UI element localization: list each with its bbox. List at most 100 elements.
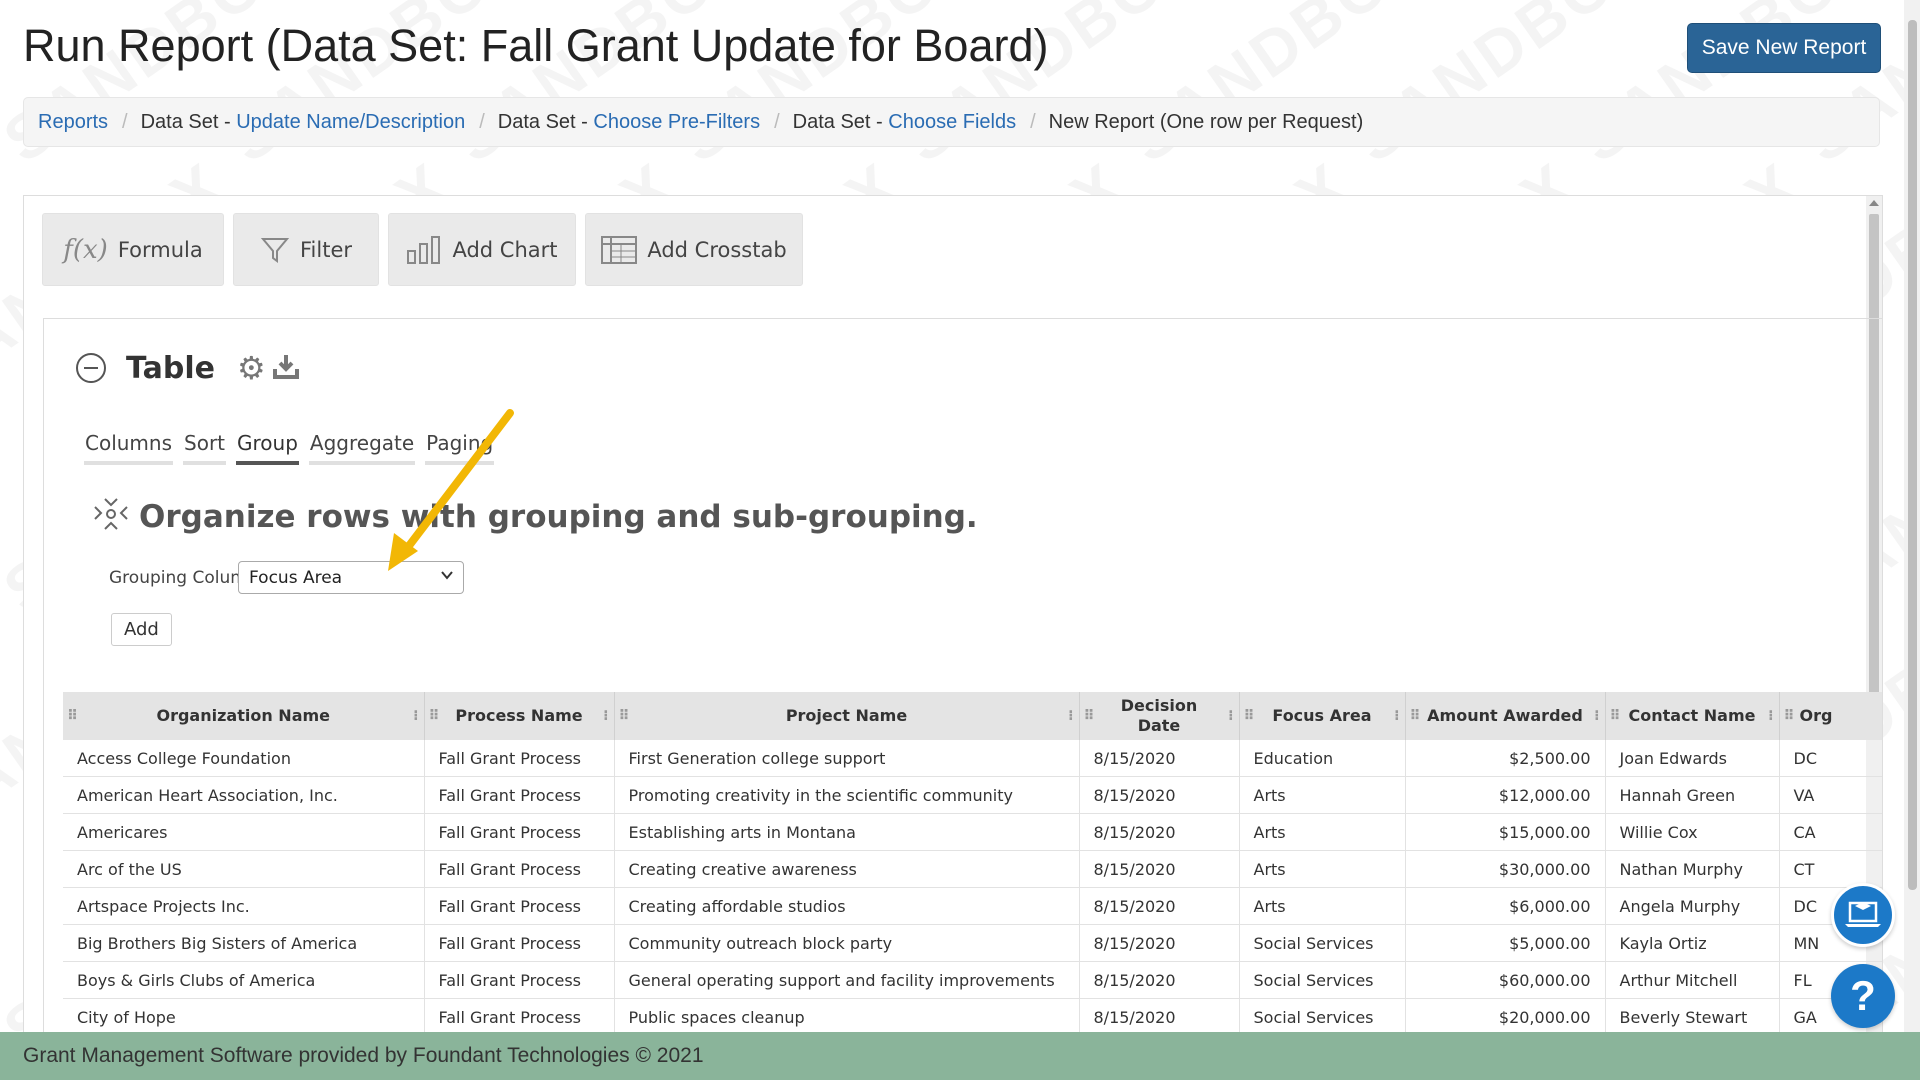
column-header[interactable]: ⠿ Contact Name ⁝ — [1605, 692, 1780, 740]
download-icon[interactable] — [272, 352, 300, 384]
table-cell: Fall Grant Process — [424, 813, 615, 851]
drag-handle-icon[interactable]: ⠿ — [1244, 706, 1255, 726]
column-header[interactable]: ⠿ Process Name ⁝ — [424, 692, 615, 740]
table-cell: Social Services — [1239, 924, 1406, 962]
table-row: Arc of the US Fall Grant Process Creating … — [63, 850, 1882, 888]
column-resize-icon[interactable]: ⁝ — [1228, 706, 1233, 726]
drag-handle-icon[interactable]: ⠿ — [67, 706, 78, 726]
drag-handle-icon[interactable]: ⠿ — [1784, 706, 1795, 726]
drag-handle-icon[interactable]: ⠿ — [429, 706, 440, 726]
data-grid: ⠿ Organization Name ⁝ ⠿ Process Name ⁝ ⠿ Projec… — [63, 692, 1882, 1044]
column-header[interactable]: ⠿ Amount Awarded ⁝ — [1405, 692, 1606, 740]
breadcrumb-link[interactable]: Reports — [38, 111, 108, 134]
column-header[interactable]: ⠿ Decision Date ⁝ — [1079, 692, 1240, 740]
table-cell: 8/15/2020 — [1079, 961, 1240, 999]
column-header-label: Organization Name — [156, 706, 331, 725]
column-header[interactable]: ⠿ Org — [1779, 692, 1882, 740]
add-crosstab-button[interactable]: Add Crosstab — [585, 213, 803, 286]
table-cell: Angela Murphy — [1605, 887, 1780, 925]
table-row: Access College Foundation Fall Grant Proc… — [63, 740, 1882, 777]
table-cell: Arts — [1239, 887, 1406, 925]
add-grouping-button[interactable]: Add — [111, 613, 172, 646]
drag-handle-icon[interactable]: ⠿ — [1610, 706, 1621, 726]
question-icon: ? — [1850, 972, 1876, 1019]
column-header-label: Process Name — [455, 706, 583, 725]
column-header[interactable]: ⠿ Focus Area ⁝ — [1239, 692, 1406, 740]
table-cell: Arts — [1239, 776, 1406, 814]
tab-sort[interactable]: Sort — [183, 431, 227, 465]
table-cell: Arts — [1239, 813, 1406, 851]
save-new-report-button[interactable]: Save New Report — [1687, 23, 1881, 73]
chevron-down-icon — [440, 568, 454, 586]
courses-help-button[interactable] — [1831, 883, 1895, 947]
filter-button[interactable]: Filter — [233, 213, 379, 286]
column-resize-icon[interactable]: ⁝ — [603, 706, 608, 726]
filter-icon — [260, 235, 290, 265]
tab-columns[interactable]: Columns — [84, 431, 174, 465]
breadcrumb-item[interactable]: Reports — [38, 111, 108, 134]
column-header-label: Project Name — [785, 706, 908, 725]
column-resize-icon[interactable]: ⁝ — [1394, 706, 1399, 726]
page-scrollbar[interactable] — [1904, 0, 1920, 1032]
page-title: Run Report (Data Set: Fall Grant Update … — [23, 20, 1049, 71]
table-cell: Boys & Girls Clubs of America — [63, 961, 425, 999]
breadcrumb-separator: / — [122, 110, 128, 133]
tab-group[interactable]: Group — [236, 431, 299, 465]
table-cell: Big Brothers Big Sisters of America — [63, 924, 425, 962]
drag-handle-icon[interactable]: ⠿ — [1410, 706, 1421, 726]
table-cell: General operating support and facility i… — [614, 961, 1080, 999]
table-cell: $6,000.00 — [1405, 887, 1606, 925]
table-cell: Social Services — [1239, 998, 1406, 1036]
column-header[interactable]: ⠿ Organization Name ⁝ — [63, 692, 425, 740]
breadcrumb-prefix: Data Set - — [792, 110, 889, 133]
table-cell: Fall Grant Process — [424, 850, 615, 888]
widget-header: Table ⚙ — [76, 349, 300, 387]
table-cell: $30,000.00 — [1405, 850, 1606, 888]
breadcrumb-link[interactable]: Choose Fields — [888, 111, 1016, 134]
table-cell: $20,000.00 — [1405, 998, 1606, 1036]
table-cell: Promoting creativity in the scientific c… — [614, 776, 1080, 814]
breadcrumb-separator: / — [1030, 110, 1036, 133]
tab-aggregate[interactable]: Aggregate — [308, 431, 416, 465]
table-cell: Hannah Green — [1605, 776, 1780, 814]
grouping-column-select[interactable]: Focus Area — [238, 561, 464, 594]
formula-button[interactable]: f(x) Formula — [42, 213, 224, 286]
breadcrumb-separator: / — [774, 110, 780, 133]
table-row: American Heart Association, Inc. Fall Gra… — [63, 776, 1882, 814]
add-chart-label: Add Chart — [452, 237, 558, 262]
table-cell: Americares — [63, 813, 425, 851]
table-cell: Creating affordable studios — [614, 887, 1080, 925]
breadcrumb-item: / New Report (One row per Request) — [1016, 111, 1363, 134]
breadcrumb-item[interactable]: / Data Set - Choose Fields — [760, 111, 1016, 134]
table-cell: Beverly Stewart — [1605, 998, 1780, 1036]
breadcrumb-item[interactable]: / Data Set - Update Name/Description — [108, 111, 465, 134]
breadcrumb-prefix: Data Set - — [140, 110, 237, 133]
column-header-label: Focus Area — [1272, 706, 1372, 725]
report-panel: f(x) Formula Filter Add Chart Add Crosst… — [23, 195, 1883, 1045]
collapse-icon[interactable] — [76, 353, 106, 383]
breadcrumb-link[interactable]: Update Name/Description — [236, 111, 465, 134]
grouping-column-label: Grouping Column — [109, 568, 258, 588]
drag-handle-icon[interactable]: ⠿ — [1084, 706, 1095, 726]
column-header[interactable]: ⠿ Project Name ⁝ — [614, 692, 1080, 740]
help-button[interactable]: ? — [1831, 964, 1895, 1028]
column-resize-icon[interactable]: ⁝ — [1768, 706, 1773, 726]
table-cell: Artspace Projects Inc. — [63, 887, 425, 925]
group-expand-icon — [91, 495, 131, 539]
add-chart-button[interactable]: Add Chart — [388, 213, 576, 286]
grouping-column-value: Focus Area — [249, 567, 343, 588]
gear-icon[interactable]: ⚙ — [237, 349, 266, 387]
column-resize-icon[interactable]: ⁝ — [1594, 706, 1599, 726]
table-cell: City of Hope — [63, 998, 425, 1036]
column-resize-icon[interactable]: ⁝ — [1068, 706, 1073, 726]
breadcrumb-item[interactable]: / Data Set - Choose Pre-Filters — [465, 111, 760, 134]
drag-handle-icon[interactable]: ⠿ — [619, 706, 630, 726]
table-cell: Willie Cox — [1605, 813, 1780, 851]
table-row: Boys & Girls Clubs of America Fall Grant … — [63, 961, 1882, 999]
breadcrumb-link[interactable]: Choose Pre-Filters — [593, 111, 760, 134]
table-cell: Fall Grant Process — [424, 924, 615, 962]
tab-paging[interactable]: Paging — [425, 431, 495, 465]
column-resize-icon[interactable]: ⁝ — [413, 706, 418, 726]
table-cell: Fall Grant Process — [424, 776, 615, 814]
table-cell: Fall Grant Process — [424, 887, 615, 925]
